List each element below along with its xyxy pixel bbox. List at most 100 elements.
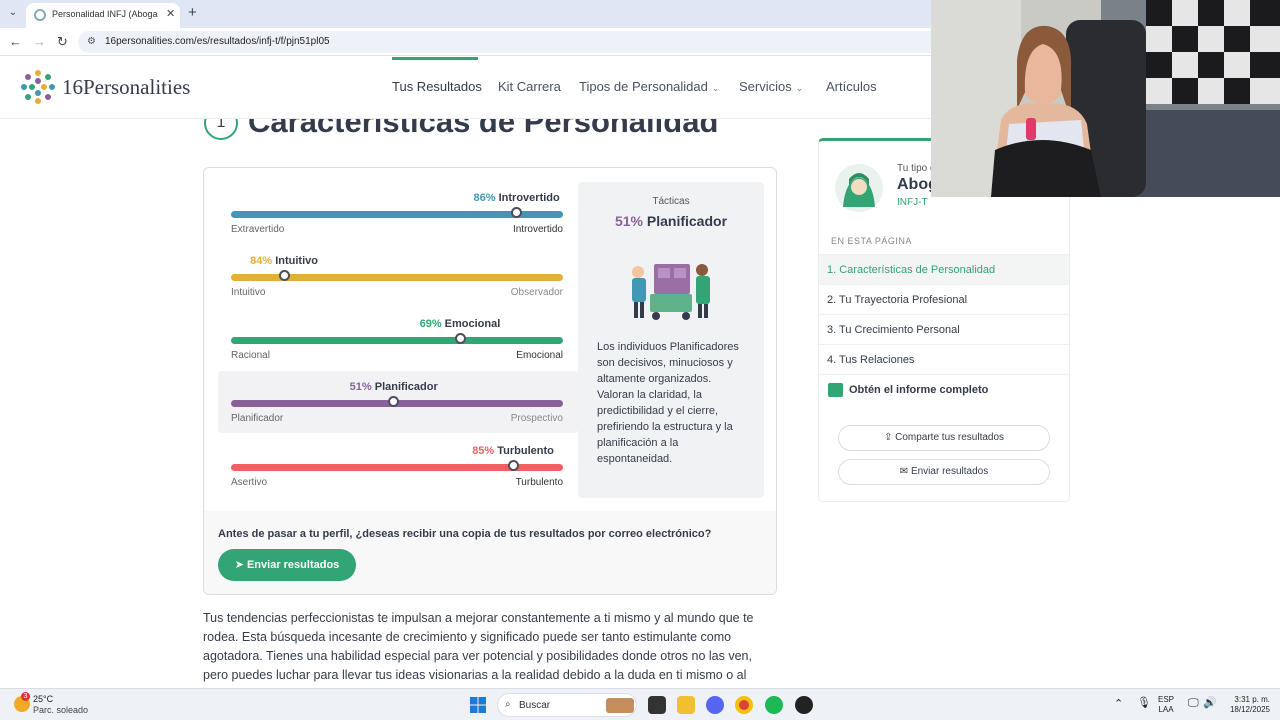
send-results-button[interactable]: ➤ Enviar resultados [218,549,356,581]
nav-servicios-label: Servicios [739,79,792,94]
trait-heading: 69% Emocional [420,318,501,330]
weather-condition: Parc. soleado [33,705,89,715]
nav-tipos-de-personalidad[interactable]: Tipos de Personalidad ⌄ [579,79,719,94]
sidebar-send-results-button[interactable]: ✉ Enviar resultados [838,459,1050,485]
discord-icon[interactable] [706,696,724,714]
clock[interactable]: 3:31 p. m. 18/12/2025 [1224,695,1270,715]
trait-heading: 86% Introvertido [474,192,560,204]
compare-results-button[interactable]: ⇪ Comparte tus resultados [838,425,1050,451]
clock-time: 3:31 p. m. [1234,695,1270,704]
report-icon [828,383,843,397]
tab-title: Personalidad INFJ (Abogado) | 16Personal… [52,9,158,19]
sidebar-item-relaciones[interactable]: 4. Tus Relaciones [819,344,1069,374]
nav-articulos[interactable]: Artículos [826,79,877,94]
language-indicator[interactable]: ESP LAA [1158,695,1174,715]
tactics-description: Los individuos Planificadores son decisi… [597,341,739,465]
sidebar-item-caracteristicas[interactable]: 1. Características de Personalidad [819,254,1069,284]
tactics-panel: Tácticas 51% Planificador Los individuos… [578,182,764,498]
trait-name: Introvertido [498,192,560,204]
volume-icon[interactable]: 🔊 [1203,698,1217,709]
trait-left-label: Asertivo [231,477,268,488]
trait-left-label: Extravertido [231,224,285,235]
obs-icon[interactable] [795,696,813,714]
tactics-name: Planificador [646,213,728,229]
trait-pct: 51% [349,381,372,393]
taskbar-search[interactable]: ⌕ Buscar [497,693,637,717]
trait-row[interactable]: 84% Intuitivo Intuitivo Observador [218,245,578,307]
close-tab-icon[interactable]: ✕ [166,7,175,20]
trait-name: Planificador [374,381,438,393]
trait-left-label: Intuitivo [231,287,266,298]
chevron-down-icon: ⌄ [795,83,804,93]
back-icon[interactable]: ← [9,34,22,49]
search-icon: ⌕ [505,699,511,710]
reload-icon[interactable]: ↻ [57,34,68,50]
file-explorer-icon[interactable] [677,696,695,714]
tactics-label: Tácticas [652,196,690,207]
new-tab-icon[interactable]: + [188,4,197,21]
sidebar-item-informe-label: Obtén el informe completo [849,384,989,396]
send-results-label: Enviar resultados [246,559,340,571]
tactics-pct: 51% [614,213,643,229]
sidebar-item-informe[interactable]: Obtén el informe completo [819,374,1069,404]
tray-chevron-icon[interactable]: ⌃ [1114,699,1123,710]
trait-name: Turbulento [497,445,554,457]
nav-kit-carrera[interactable]: Kit Carrera [498,79,561,94]
nav-tus-resultados[interactable]: Tus Resultados [392,79,482,94]
trait-row[interactable]: 69% Emocional Racional Emocional [218,308,578,370]
webcam-video [931,0,1280,197]
trait-heading: 84% Intuitivo [250,255,318,267]
spotify-icon[interactable] [765,696,783,714]
trait-name: Intuitivo [275,255,318,267]
search-highlight-icon [606,698,634,713]
logo-icon[interactable] [20,69,56,105]
favicon-icon [34,9,46,21]
trait-knob [511,207,523,218]
trait-right-label: Turbulento [515,477,563,488]
tab-search-icon[interactable]: ⌄ [6,6,20,20]
task-view-icon[interactable] [648,696,666,714]
windows-taskbar: 3 25°C Parc. soleado ⌕ Buscar ⌃ 🎙 ESP LAA… [0,688,1280,720]
nav-tipos-label: Tipos de Personalidad [579,79,708,94]
trait-right-label: Prospectivo [510,413,563,424]
sidebar-type-code: INFJ-T [897,197,928,208]
nav-servicios[interactable]: Servicios ⌄ [739,79,803,94]
sidebar-item-trayectoria[interactable]: 2. Tu Trayectoria Profesional [819,284,1069,314]
clock-date: 18/12/2025 [1229,705,1270,714]
trait-left-label: Planificador [231,413,284,424]
trait-pct: 85% [472,445,495,457]
sidebar-send-label: Enviar resultados [910,466,989,477]
nav-active-indicator [392,57,478,60]
description-paragraph: Tus tendencias perfeccionistas te impuls… [203,611,754,682]
trait-row[interactable]: 86% Introvertido Extravertido Introvertido [218,182,578,244]
trait-heading: 51% Planificador [350,381,438,393]
windows-start-icon[interactable] [470,697,486,713]
trait-right-label: Introvertido [512,224,563,235]
share-icon: ⇪ [883,432,896,443]
forward-icon[interactable]: → [33,34,46,49]
trait-right-label: Observador [510,287,563,298]
trait-row[interactable]: 51% Planificador Planificador Prospectivo [218,371,578,433]
trait-right-label: Emocional [516,350,563,361]
browser-tab[interactable]: Personalidad INFJ (Abogado) | 16Personal… [26,3,180,28]
logo-text[interactable]: 16Personalities [62,75,190,100]
chrome-icon[interactable] [735,696,753,714]
avatar [835,164,883,212]
trait-knob [507,460,519,471]
trait-row[interactable]: 85% Turbulento Asertivo Turbulento [218,435,578,497]
trait-knob [454,333,466,344]
trait-left-label: Racional [231,350,270,361]
email-question: Antes de pasar a tu perfil, ¿deseas reci… [218,528,712,540]
trait-pct: 69% [419,318,442,330]
lang-top: ESP [1158,695,1175,704]
weather-badge: 3 [21,692,30,701]
section-number: 1 [204,119,238,140]
trait-knob [278,270,290,281]
sidebar-item-crecimiento[interactable]: 3. Tu Crecimiento Personal [819,314,1069,344]
microphone-icon[interactable]: 🎙 [1137,698,1151,709]
traits-card: 86% Introvertido Extravertido Introvertido… [203,167,777,595]
main-content: 1 Características de Personalidad 86% In… [0,119,931,688]
site-info-icon[interactable]: ⚙ [87,36,96,47]
network-icon[interactable]: 🖵 [1188,698,1199,709]
url-text: 16personalities.com/es/resultados/infj-t… [105,36,330,47]
